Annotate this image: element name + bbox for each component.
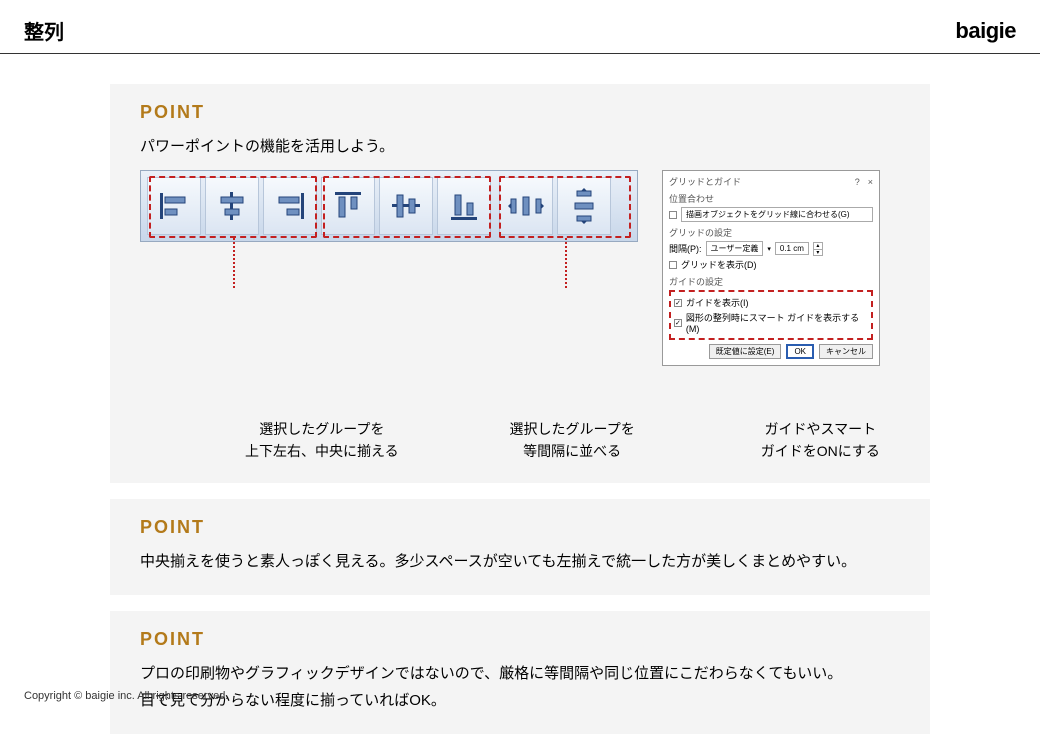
align-top-button[interactable] (321, 177, 375, 235)
align-right-icon (273, 189, 307, 223)
distribute-vertical-icon (567, 186, 601, 226)
point2-body: 中央揃えを使うと素人っぽく見える。多少スペースが空いても左揃えで統一した方が美し… (140, 548, 900, 575)
distribute-vertical-button[interactable] (557, 177, 611, 235)
align-ribbon (140, 170, 638, 242)
point3-body: プロの印刷物やグラフィックデザインではないので、厳格に等間隔や同じ位置にこだわら… (140, 660, 900, 714)
show-guide-label: ガイドを表示(I) (686, 296, 749, 309)
smart-guide-checkbox[interactable] (674, 319, 682, 327)
align-middle-icon (389, 189, 423, 223)
show-grid-label: グリッドを表示(D) (681, 258, 757, 271)
ok-button[interactable]: OK (786, 344, 814, 359)
spacing-label: 間隔(P): (669, 242, 702, 255)
align-bottom-icon (447, 189, 481, 223)
spacing-select[interactable]: ユーザー定義 (706, 241, 764, 256)
align-center-button[interactable] (205, 177, 259, 235)
help-icon[interactable]: ? (855, 177, 860, 187)
distribute-horizontal-icon (506, 189, 546, 223)
toolbar-illustration: グリッドとガイド ? × 位置合わせ 描画オブジェクトをグリッド線に合わせる(G… (140, 170, 900, 366)
dialog-section-guide: ガイドの設定 (669, 275, 873, 288)
align-middle-button[interactable] (379, 177, 433, 235)
align-left-icon (157, 189, 191, 223)
point-label: POINT (140, 102, 900, 123)
default-button[interactable]: 既定値に設定(E) (709, 344, 782, 359)
slide-header: 整列 baigie (0, 0, 1040, 54)
grid-guide-dialog: グリッドとガイド ? × 位置合わせ 描画オブジェクトをグリッド線に合わせる(G… (662, 170, 880, 366)
cancel-button[interactable]: キャンセル (819, 344, 873, 359)
point-label: POINT (140, 629, 900, 650)
caption-distribute: 選択したグループを 等間隔に並べる (484, 418, 661, 463)
point1-intro: パワーポイントの機能を活用しよう。 (140, 133, 900, 160)
copyright: Copyright © baigie inc. All rights reser… (24, 690, 228, 702)
chevron-down-icon[interactable]: ▾ (767, 245, 771, 253)
highlight-guide-options: ガイドを表示(I) 図形の整列時にスマート ガイドを表示する(M) (669, 290, 873, 340)
show-guide-checkbox[interactable] (674, 299, 682, 307)
align-top-icon (331, 189, 365, 223)
dialog-title: グリッドとガイド (669, 175, 741, 188)
smart-guide-label: 図形の整列時にスマート ガイドを表示する(M) (686, 311, 868, 334)
point-block-2: POINT 中央揃えを使うと素人っぽく見える。多少スペースが空いても左揃えで統一… (110, 499, 930, 595)
spacing-spinner[interactable]: ▴▾ (813, 242, 823, 256)
spacing-value-input[interactable]: 0.1 cm (775, 242, 809, 255)
callout-connector (233, 238, 235, 288)
distribute-horizontal-button[interactable] (499, 177, 553, 235)
snap-to-grid-checkbox[interactable] (669, 211, 677, 219)
align-left-button[interactable] (147, 177, 201, 235)
caption-align: 選択したグループを 上下左右、中央に揃える (220, 418, 424, 463)
point-block-1: POINT パワーポイントの機能を活用しよう。 (110, 84, 930, 483)
align-center-icon (215, 189, 249, 223)
show-grid-checkbox[interactable] (669, 261, 677, 269)
main-content: POINT パワーポイントの機能を活用しよう。 (0, 54, 1040, 734)
point-label: POINT (140, 517, 900, 538)
brand-logo: baigie (955, 18, 1016, 44)
caption-row: 選択したグループを 上下左右、中央に揃える 選択したグループを 等間隔に並べる … (140, 418, 900, 463)
callout-connector (565, 238, 567, 288)
align-bottom-button[interactable] (437, 177, 491, 235)
snap-to-grid-label: 描画オブジェクトをグリッド線に合わせる(G) (681, 207, 873, 222)
caption-guide: ガイドやスマート ガイドをONにする (741, 418, 900, 463)
dialog-section-grid: グリッドの設定 (669, 226, 873, 239)
page-title: 整列 (24, 16, 64, 45)
close-icon[interactable]: × (868, 177, 873, 187)
point-block-3: POINT プロの印刷物やグラフィックデザインではないので、厳格に等間隔や同じ位… (110, 611, 930, 734)
dialog-section-snap: 位置合わせ (669, 192, 873, 205)
align-right-button[interactable] (263, 177, 317, 235)
